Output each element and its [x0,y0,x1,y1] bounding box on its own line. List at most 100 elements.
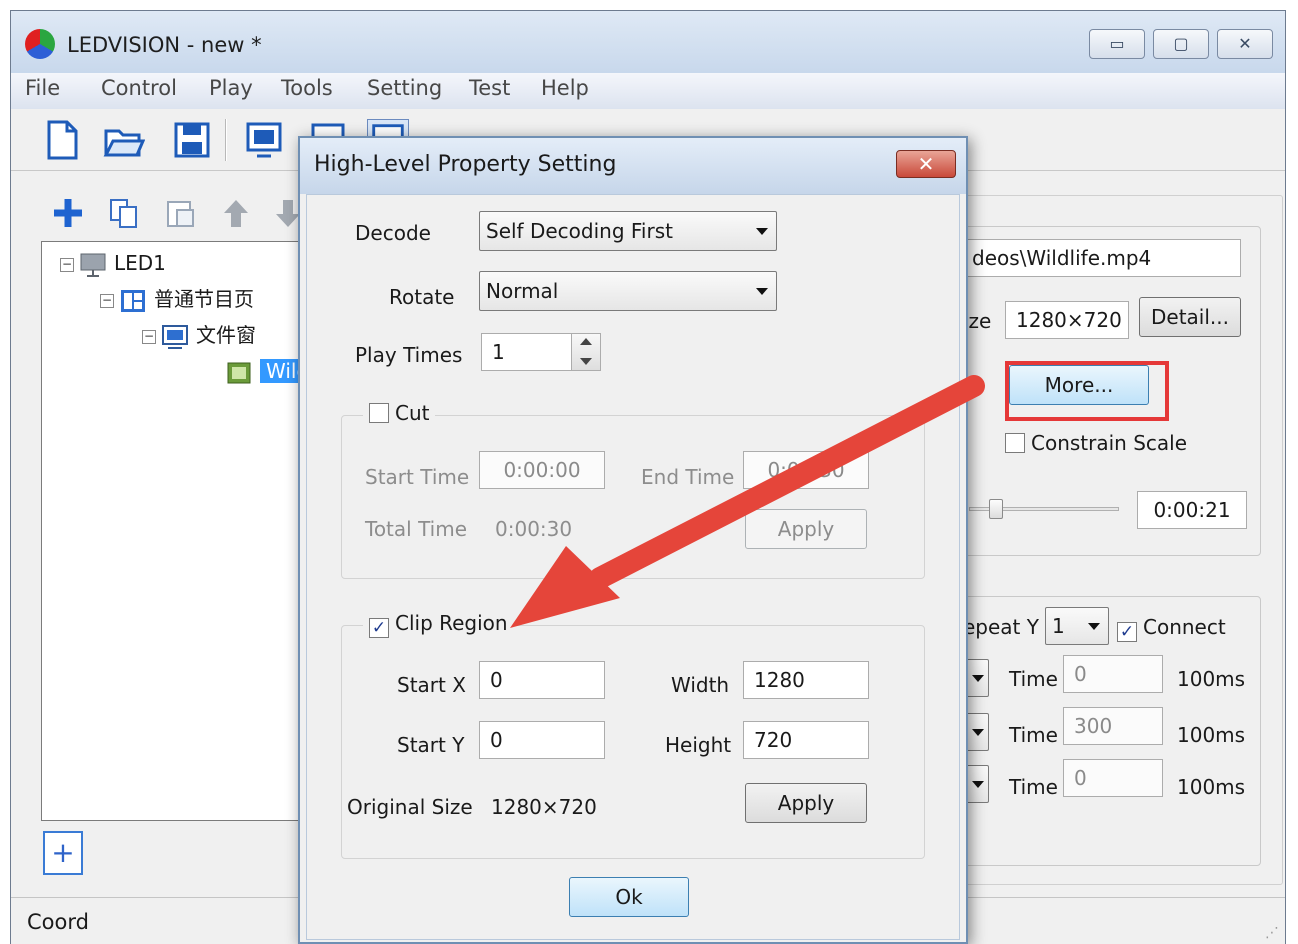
start-y-label: Start Y [397,733,465,757]
time-field[interactable]: 300 [1063,707,1163,745]
detail-button[interactable]: Detail... [1139,297,1241,337]
decode-select[interactable]: Self Decoding First [479,211,777,251]
menu-help[interactable]: Help [541,76,589,100]
size-field[interactable]: 1280×720 [1005,301,1129,339]
chevron-down-icon [972,729,984,736]
rotate-value: Normal [486,279,559,303]
rotate-select[interactable]: Normal [479,271,777,311]
checkbox-box[interactable] [369,403,389,423]
dialog-close-button[interactable]: ✕ [896,150,956,178]
clip-region-checkbox[interactable]: ✓ Clip Region [363,611,514,638]
repeat-label: epeat Y [963,615,1039,639]
minimize-button[interactable]: ▭ [1089,29,1145,59]
end-time-label: End Time [641,465,735,489]
clip-apply-button[interactable]: Apply [745,783,867,823]
unit-label: 100ms [1177,667,1246,691]
tree-item-led1[interactable]: − LED1 [60,248,166,278]
add-icon[interactable] [51,196,85,230]
menu-tools[interactable]: Tools [281,76,333,100]
original-size-label: Original Size [347,795,473,819]
start-time-field[interactable]: 0:00:00 [479,451,605,489]
collapse-icon[interactable]: − [60,257,74,272]
chevron-down-icon [972,675,984,682]
start-y-input[interactable]: 0 [479,721,605,759]
chevron-down-icon [756,228,768,235]
position-time-field[interactable]: 0:00:21 [1137,491,1247,529]
connect-label: Connect [1143,615,1226,639]
chevron-up-icon[interactable] [580,338,592,345]
title-bar: LEDVISION - new * ▭ ▢ ✕ [11,11,1285,73]
collapse-icon[interactable]: − [100,293,114,308]
add-program-button[interactable]: + [43,831,83,875]
chevron-down-icon [1088,623,1100,630]
checkbox-box-checked[interactable]: ✓ [1117,622,1137,642]
menu-test[interactable]: Test [469,76,510,100]
open-folder-icon[interactable] [103,119,145,161]
chevron-down-icon[interactable] [580,358,592,365]
cut-checkbox[interactable]: Cut [363,401,436,425]
video-file-icon [227,362,251,383]
checkbox-box[interactable] [1005,433,1025,453]
play-times-stepper[interactable] [571,333,601,371]
tree-item-label: 文件窗 [196,323,256,347]
clip-region-label: Clip Region [395,611,508,635]
menu-setting[interactable]: Setting [367,76,442,100]
menu-control[interactable]: Control [101,76,177,100]
coord-label: Coord [27,910,89,934]
repeat-value: 1 [1052,614,1065,638]
cut-apply-button[interactable]: Apply [745,509,867,549]
tree-item-program-page[interactable]: − 普通节目页 [100,284,254,314]
led-icon [80,253,106,277]
new-file-icon[interactable] [41,119,83,161]
width-input[interactable]: 1280 [743,661,869,699]
slider-thumb[interactable] [989,499,1003,519]
more-button[interactable]: More... [1009,365,1149,405]
dialog-title-bar[interactable]: High-Level Property Setting ✕ [300,138,966,194]
tree-item-video[interactable]: Wilc [192,356,314,386]
play-times-label: Play Times [355,343,463,367]
menu-file[interactable]: File [25,76,60,100]
unit-label: 100ms [1177,775,1246,799]
decode-value: Self Decoding First [486,219,673,243]
time-label: Time [1009,667,1058,691]
file-window-icon [162,324,188,349]
dialog-body: Decode Self Decoding First Rotate Normal… [306,194,960,940]
up-arrow-icon[interactable] [219,196,253,230]
end-time-field[interactable]: 0:00:30 [743,451,869,489]
checkbox-box-checked[interactable]: ✓ [369,618,389,638]
start-time-label: Start Time [365,465,470,489]
resize-grip-icon[interactable]: ⋰ [1265,925,1279,941]
unit-label: 100ms [1177,723,1246,747]
save-icon[interactable] [171,119,213,161]
menu-play[interactable]: Play [209,76,253,100]
tree-item-file-window[interactable]: − 文件窗 [142,320,256,350]
app-logo-icon [25,29,55,59]
repeat-select[interactable]: 1 [1045,607,1109,645]
program-tree: − LED1 − 普通节目页 − 文件窗 Wilc [41,241,331,821]
file-path-field[interactable]: deos\Wildlife.mp4 [961,239,1241,277]
paste-icon[interactable] [163,196,197,230]
constrain-scale-checkbox[interactable]: Constrain Scale [1005,431,1187,455]
collapse-icon[interactable]: − [142,329,156,344]
ok-button[interactable]: Ok [569,877,689,917]
play-times-input[interactable]: 1 [481,333,573,371]
copy-icon[interactable] [107,196,141,230]
total-time-value: 0:00:30 [495,517,573,541]
start-x-input[interactable]: 0 [479,661,605,699]
maximize-button[interactable]: ▢ [1153,29,1209,59]
close-button[interactable]: ✕ [1217,29,1273,59]
toolbar-separator [225,119,227,161]
chevron-down-icon [972,781,984,788]
window-title: LEDVISION - new * [67,33,262,57]
total-time-label: Total Time [365,517,468,541]
start-x-label: Start X [397,673,466,697]
connect-checkbox[interactable]: ✓ Connect [1117,615,1226,642]
height-input[interactable]: 720 [743,721,869,759]
screen-icon[interactable] [243,119,285,161]
height-label: Height [665,733,732,757]
cut-label: Cut [395,401,430,425]
time-field[interactable]: 0 [1063,655,1163,693]
add-program-icon: + [51,836,75,869]
time-field[interactable]: 0 [1063,759,1163,797]
time-label: Time [1009,723,1058,747]
